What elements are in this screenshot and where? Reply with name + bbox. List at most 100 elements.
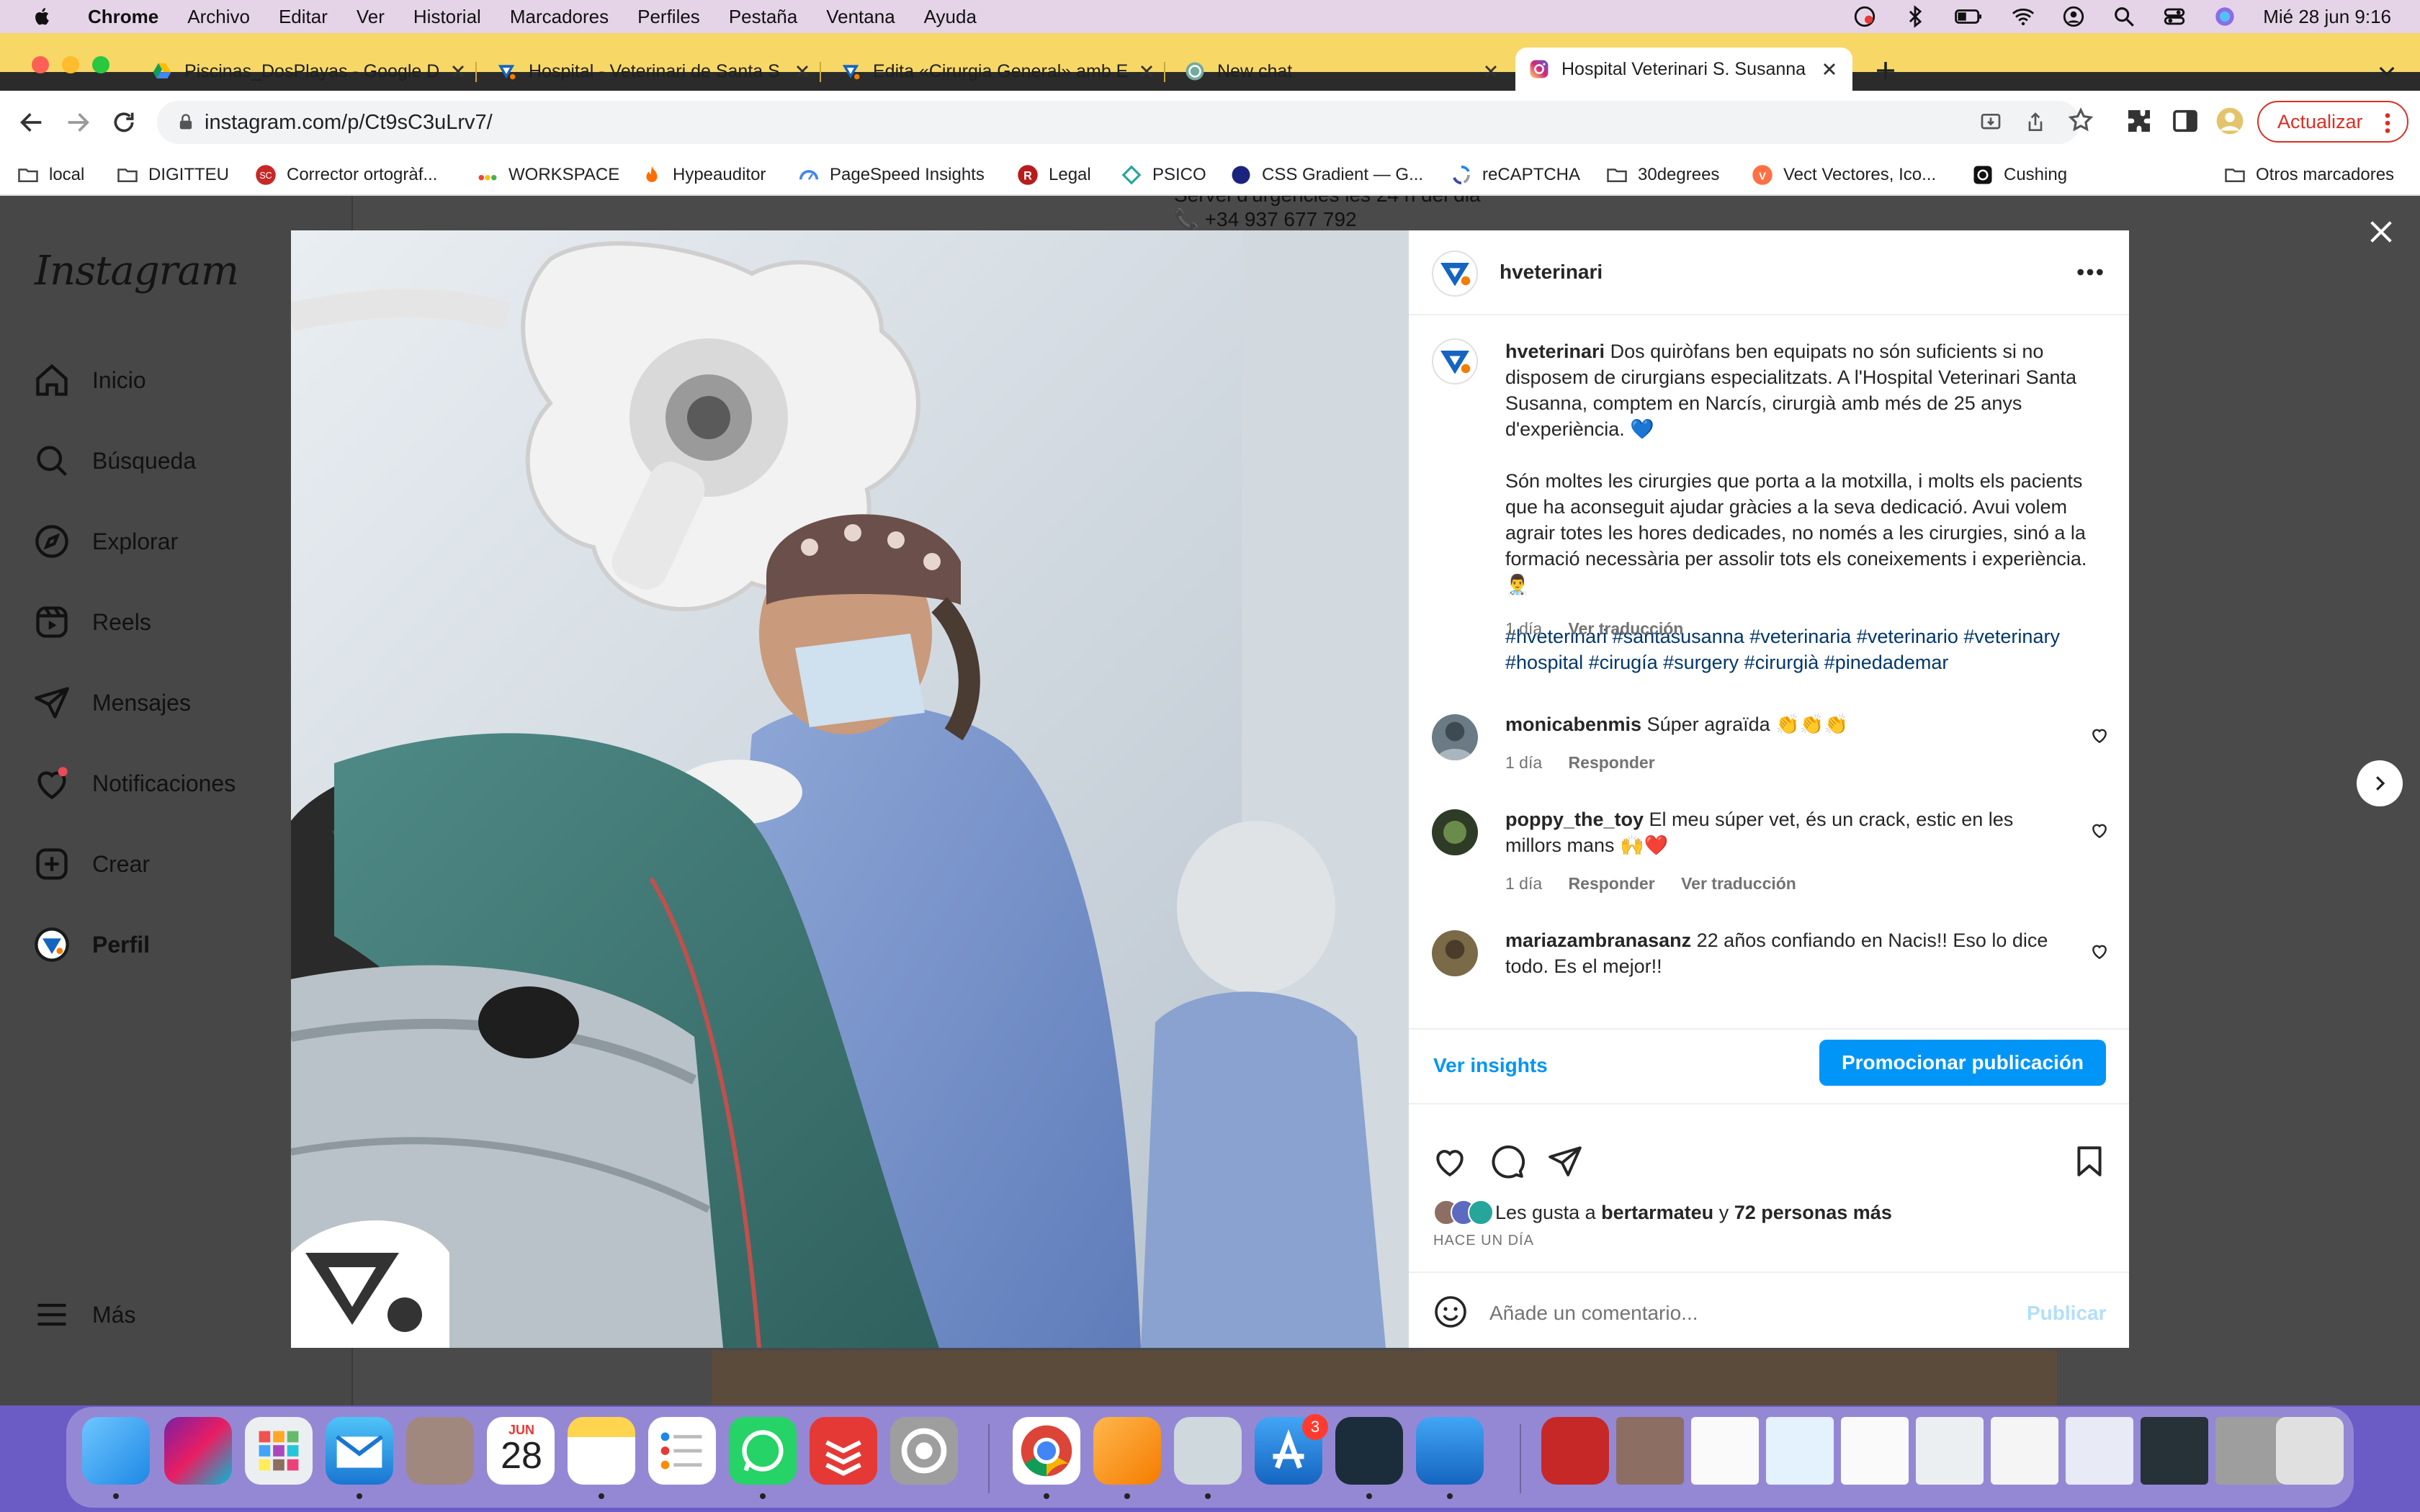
caption-username[interactable]: hveterinari xyxy=(1505,341,1605,362)
install-app-icon[interactable] xyxy=(1979,111,2002,134)
menu-ver[interactable]: Ver xyxy=(357,6,385,28)
comment-username[interactable]: poppy_the_toy xyxy=(1505,809,1644,830)
profile-avatar-icon[interactable] xyxy=(2215,107,2244,135)
bluetooth-icon[interactable] xyxy=(1903,4,1927,29)
notes-icon[interactable] xyxy=(568,1417,635,1485)
bookmark-local[interactable]: local xyxy=(17,163,84,187)
menu-perfiles[interactable]: Perfiles xyxy=(637,6,700,28)
extensions-puzzle-icon[interactable] xyxy=(2125,107,2154,135)
bookmark-other[interactable]: Otros marcadores xyxy=(2224,163,2394,187)
site-info-icon[interactable] xyxy=(176,112,196,132)
bookmark-workspace[interactable]: WORKSPACE xyxy=(477,163,619,187)
creative-cloud-icon[interactable] xyxy=(1852,4,1877,29)
tab-hospital-veterinari[interactable]: Hospital - Veterinari de Santa S xyxy=(496,56,821,86)
bookmark-psico[interactable]: PSICO xyxy=(1121,163,1206,187)
comment-avatar[interactable] xyxy=(1432,930,1478,976)
close-modal-icon[interactable] xyxy=(2367,217,2396,246)
post-photo[interactable] xyxy=(291,230,1409,1348)
finder-icon[interactable] xyxy=(82,1417,150,1485)
recent-document-thumbnail[interactable] xyxy=(1691,1417,1759,1485)
nav-reels[interactable]: Reels xyxy=(33,600,151,644)
tab-piscinas[interactable]: Piscinas_DosPlayas - Google D xyxy=(151,56,477,86)
bookmark-corrector[interactable]: SC Corrector ortogràf... xyxy=(255,163,437,187)
translate-link[interactable]: Ver traducción xyxy=(1681,874,1796,893)
nav-busqueda[interactable]: Búsqueda xyxy=(33,439,196,482)
creative-cloud-dock-icon[interactable] xyxy=(1541,1417,1609,1485)
todoist-icon[interactable] xyxy=(810,1417,877,1485)
nav-mas[interactable]: Más xyxy=(33,1293,135,1336)
close-icon[interactable] xyxy=(792,61,812,81)
contacts-icon[interactable] xyxy=(406,1417,474,1485)
forward-arrow-icon[interactable] xyxy=(63,108,92,137)
menubar-datetime[interactable]: Mié 28 jun 9:16 xyxy=(2263,6,2391,28)
comment-username[interactable]: monicabenmis xyxy=(1505,714,1641,735)
recent-document-thumbnail[interactable] xyxy=(1841,1417,1909,1485)
next-post-button[interactable] xyxy=(2357,760,2403,806)
bookmark-digitteu[interactable]: DIGITTEU xyxy=(117,163,229,187)
nav-mensajes[interactable]: Mensajes xyxy=(33,681,191,724)
menu-ayuda[interactable]: Ayuda xyxy=(924,6,977,28)
minimize-window-button[interactable] xyxy=(62,56,79,73)
system-settings-icon[interactable] xyxy=(890,1417,958,1485)
preview-icon[interactable] xyxy=(1174,1417,1242,1485)
back-arrow-icon[interactable] xyxy=(17,108,46,137)
url-text[interactable]: instagram.com/p/Ct9sC3uLrv7/ xyxy=(205,111,493,135)
new-tab-icon[interactable] xyxy=(1873,58,1899,84)
menu-chrome[interactable]: Chrome xyxy=(88,6,158,28)
save-bookmark-icon[interactable] xyxy=(2071,1143,2107,1179)
side-panel-icon[interactable] xyxy=(2171,107,2200,135)
tab-instagram-active[interactable]: Hospital Veterinari S. Susanna xyxy=(1515,48,1852,91)
siri-app-icon[interactable] xyxy=(164,1417,232,1485)
recent-document-thumbnail[interactable] xyxy=(1766,1417,1834,1485)
tab-edita-cirurgia[interactable]: Edita «Cirurgia General» amb E xyxy=(840,56,1165,86)
recent-document-thumbnail[interactable] xyxy=(1916,1417,1984,1485)
trash-icon[interactable] xyxy=(2276,1417,2344,1485)
close-icon[interactable] xyxy=(1481,61,1501,81)
bookmark-star-icon[interactable] xyxy=(2067,107,2094,134)
promote-post-button[interactable]: Promocionar publicación xyxy=(1819,1040,2106,1086)
user-account-icon[interactable] xyxy=(2061,4,2086,29)
nav-crear[interactable]: Crear xyxy=(33,842,150,886)
zoom-window-button[interactable] xyxy=(92,56,109,73)
close-icon[interactable] xyxy=(1819,59,1839,79)
address-bar[interactable]: instagram.com/p/Ct9sC3uLrv7/ xyxy=(157,101,2080,144)
comment-avatar[interactable] xyxy=(1432,714,1478,760)
bookmark-hypeauditor[interactable]: Hypeauditor xyxy=(641,163,766,187)
apple-logo-icon[interactable] xyxy=(26,6,59,27)
comment-username[interactable]: mariazambranasanz xyxy=(1505,930,1691,951)
bookmark-css-gradient[interactable]: CSS Gradient — G... xyxy=(1230,163,1423,187)
like-comment-heart-icon[interactable] xyxy=(2090,726,2109,744)
bookmark-30degrees[interactable]: 30degrees xyxy=(1606,163,1719,187)
update-chrome-button[interactable]: Actualizar xyxy=(2257,101,2408,143)
tab-search-chevron-icon[interactable] xyxy=(2375,59,2398,82)
wifi-icon[interactable] xyxy=(2011,4,2035,29)
like-heart-icon[interactable] xyxy=(1432,1143,1468,1179)
recent-document-thumbnail[interactable] xyxy=(1991,1417,2058,1485)
like-comment-heart-icon[interactable] xyxy=(2090,821,2109,840)
caption-time[interactable]: 1 día xyxy=(1505,619,1542,638)
tab-new-chat[interactable]: New chat xyxy=(1184,56,1501,86)
more-options-icon[interactable] xyxy=(2076,265,2105,279)
nav-explorar[interactable]: Explorar xyxy=(33,520,178,563)
caption-translate-link[interactable]: Ver traducción xyxy=(1569,619,1684,638)
nav-inicio[interactable]: Inicio xyxy=(33,359,146,402)
author-username[interactable]: hveterinari xyxy=(1500,261,1603,284)
caption-avatar[interactable] xyxy=(1432,338,1478,384)
comment-bubble-icon[interactable] xyxy=(1489,1143,1525,1179)
comment-time[interactable]: 1 día xyxy=(1505,753,1542,772)
reload-icon[interactable] xyxy=(109,108,138,137)
bookmark-vect[interactable]: V Vect Vectores, Ico... xyxy=(1752,163,1936,187)
battery-icon[interactable] xyxy=(1953,4,1985,29)
comment-time[interactable]: 1 día xyxy=(1505,874,1542,893)
view-insights-link[interactable]: Ver insights xyxy=(1433,1054,1548,1077)
likes-summary[interactable]: Les gusta a bertarmateu y 72 personas má… xyxy=(1433,1200,1892,1225)
keynote-icon[interactable] xyxy=(1416,1417,1484,1485)
reminders-icon[interactable] xyxy=(648,1417,716,1485)
likes-user[interactable]: bertarmateu xyxy=(1601,1202,1713,1224)
nav-notificaciones[interactable]: Notificaciones xyxy=(33,762,236,805)
bookmark-cushing[interactable]: Cushing xyxy=(1972,163,2067,187)
close-icon[interactable] xyxy=(1137,61,1157,81)
chrome-dock-icon[interactable] xyxy=(1013,1417,1080,1485)
nav-perfil[interactable]: Perfil xyxy=(33,923,150,966)
publish-comment-button[interactable]: Publicar xyxy=(2027,1302,2106,1325)
